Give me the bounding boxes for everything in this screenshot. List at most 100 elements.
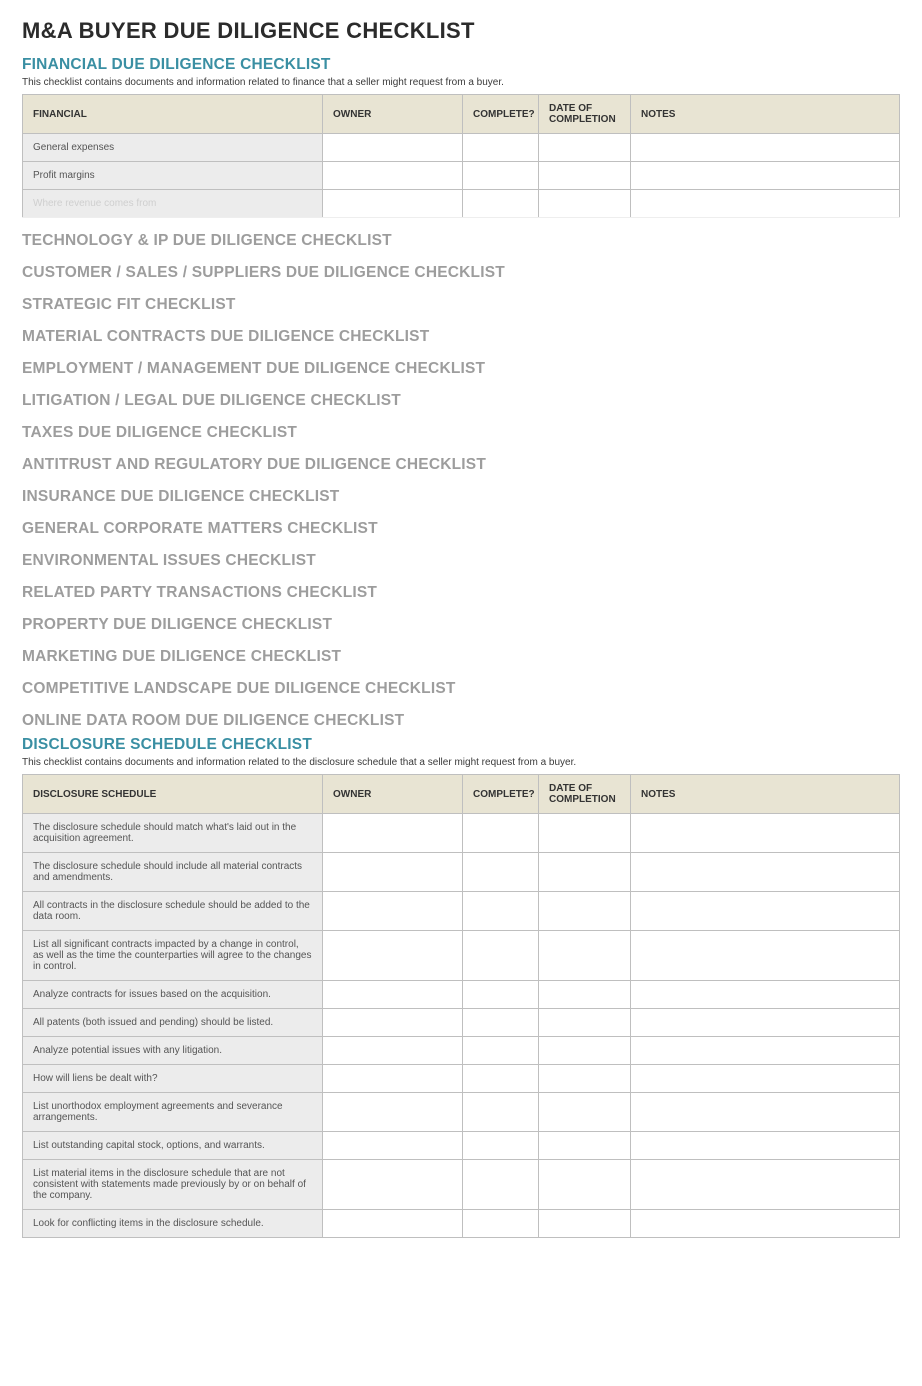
section-heading-collapsed[interactable]: ANTITRUST AND REGULATORY DUE DILIGENCE C… bbox=[22, 456, 900, 474]
cell-label: Analyze contracts for issues based on th… bbox=[23, 981, 323, 1009]
col-date: DATE OF COMPLETION bbox=[539, 775, 631, 814]
cell-date[interactable] bbox=[539, 1132, 631, 1160]
cell-owner[interactable] bbox=[323, 981, 463, 1009]
cell-complete[interactable] bbox=[463, 892, 539, 931]
col-complete: COMPLETE? bbox=[463, 775, 539, 814]
cell-complete[interactable] bbox=[463, 853, 539, 892]
cell-notes[interactable] bbox=[631, 1065, 900, 1093]
cell-owner[interactable] bbox=[323, 1037, 463, 1065]
section-heading-collapsed[interactable]: EMPLOYMENT / MANAGEMENT DUE DILIGENCE CH… bbox=[22, 360, 900, 378]
section-heading-collapsed[interactable]: MARKETING DUE DILIGENCE CHECKLIST bbox=[22, 648, 900, 666]
cell-complete[interactable] bbox=[463, 1160, 539, 1210]
cell-label: Look for conflicting items in the disclo… bbox=[23, 1210, 323, 1238]
section-heading-collapsed[interactable]: PROPERTY DUE DILIGENCE CHECKLIST bbox=[22, 616, 900, 634]
table-row: Profit margins bbox=[23, 162, 900, 190]
cell-notes[interactable] bbox=[631, 1132, 900, 1160]
cell-label: List outstanding capital stock, options,… bbox=[23, 1132, 323, 1160]
cell-owner[interactable] bbox=[323, 892, 463, 931]
cell-owner[interactable] bbox=[323, 1065, 463, 1093]
cell-label: All patents (both issued and pending) sh… bbox=[23, 1009, 323, 1037]
cell-notes[interactable] bbox=[631, 1037, 900, 1065]
col-financial: FINANCIAL bbox=[23, 95, 323, 134]
cell-date[interactable] bbox=[539, 814, 631, 853]
section-heading-collapsed[interactable]: TECHNOLOGY & IP DUE DILIGENCE CHECKLIST bbox=[22, 232, 900, 250]
cell-notes[interactable] bbox=[631, 814, 900, 853]
cell-owner[interactable] bbox=[323, 1160, 463, 1210]
cell-label: Analyze potential issues with any litiga… bbox=[23, 1037, 323, 1065]
cell-date[interactable] bbox=[539, 853, 631, 892]
table-row: All contracts in the disclosure schedule… bbox=[23, 892, 900, 931]
section-heading-collapsed[interactable]: LITIGATION / LEGAL DUE DILIGENCE CHECKLI… bbox=[22, 392, 900, 410]
table-row: List outstanding capital stock, options,… bbox=[23, 1132, 900, 1160]
cell-date[interactable] bbox=[539, 1009, 631, 1037]
cell-owner[interactable] bbox=[323, 853, 463, 892]
section-heading-collapsed[interactable]: ONLINE DATA ROOM DUE DILIGENCE CHECKLIST bbox=[22, 712, 900, 730]
table-row: General expenses bbox=[23, 134, 900, 162]
section-heading-collapsed[interactable]: GENERAL CORPORATE MATTERS CHECKLIST bbox=[22, 520, 900, 538]
cell-label: List unorthodox employment agreements an… bbox=[23, 1093, 323, 1132]
cell-complete[interactable] bbox=[463, 1037, 539, 1065]
cell-notes[interactable] bbox=[631, 931, 900, 981]
table-row: Analyze contracts for issues based on th… bbox=[23, 981, 900, 1009]
table-row: Where revenue comes from bbox=[23, 190, 900, 218]
cell-notes[interactable] bbox=[631, 1093, 900, 1132]
cell-date[interactable] bbox=[539, 1160, 631, 1210]
cell-complete[interactable] bbox=[463, 190, 539, 218]
cell-notes[interactable] bbox=[631, 190, 900, 218]
cell-complete[interactable] bbox=[463, 134, 539, 162]
cell-owner[interactable] bbox=[323, 814, 463, 853]
cell-label: All contracts in the disclosure schedule… bbox=[23, 892, 323, 931]
page-title: M&A BUYER DUE DILIGENCE CHECKLIST bbox=[22, 18, 900, 44]
cell-owner[interactable] bbox=[323, 931, 463, 981]
cell-owner[interactable] bbox=[323, 1093, 463, 1132]
table-row: Look for conflicting items in the disclo… bbox=[23, 1210, 900, 1238]
cell-complete[interactable] bbox=[463, 162, 539, 190]
cell-notes[interactable] bbox=[631, 892, 900, 931]
cell-label: The disclosure schedule should match wha… bbox=[23, 814, 323, 853]
cell-date[interactable] bbox=[539, 1037, 631, 1065]
cell-complete[interactable] bbox=[463, 981, 539, 1009]
cell-notes[interactable] bbox=[631, 134, 900, 162]
cell-complete[interactable] bbox=[463, 1093, 539, 1132]
section-heading-collapsed[interactable]: ENVIRONMENTAL ISSUES CHECKLIST bbox=[22, 552, 900, 570]
cell-notes[interactable] bbox=[631, 853, 900, 892]
cell-date[interactable] bbox=[539, 1065, 631, 1093]
section-heading-collapsed[interactable]: CUSTOMER / SALES / SUPPLIERS DUE DILIGEN… bbox=[22, 264, 900, 282]
section-heading-collapsed[interactable]: RELATED PARTY TRANSACTIONS CHECKLIST bbox=[22, 584, 900, 602]
cell-owner[interactable] bbox=[323, 1210, 463, 1238]
section-heading-collapsed[interactable]: TAXES DUE DILIGENCE CHECKLIST bbox=[22, 424, 900, 442]
cell-notes[interactable] bbox=[631, 981, 900, 1009]
cell-date[interactable] bbox=[539, 190, 631, 218]
cell-notes[interactable] bbox=[631, 162, 900, 190]
cell-date[interactable] bbox=[539, 1210, 631, 1238]
cell-notes[interactable] bbox=[631, 1009, 900, 1037]
cell-complete[interactable] bbox=[463, 1132, 539, 1160]
cell-owner[interactable] bbox=[323, 134, 463, 162]
cell-owner[interactable] bbox=[323, 1132, 463, 1160]
section-heading-collapsed[interactable]: COMPETITIVE LANDSCAPE DUE DILIGENCE CHEC… bbox=[22, 680, 900, 698]
cell-complete[interactable] bbox=[463, 1065, 539, 1093]
cell-complete[interactable] bbox=[463, 814, 539, 853]
cell-notes[interactable] bbox=[631, 1160, 900, 1210]
cell-complete[interactable] bbox=[463, 1210, 539, 1238]
cell-complete[interactable] bbox=[463, 1009, 539, 1037]
cell-owner[interactable] bbox=[323, 162, 463, 190]
cell-date[interactable] bbox=[539, 134, 631, 162]
table-row: List material items in the disclosure sc… bbox=[23, 1160, 900, 1210]
cell-owner[interactable] bbox=[323, 1009, 463, 1037]
cell-date[interactable] bbox=[539, 162, 631, 190]
cell-label: Where revenue comes from bbox=[23, 190, 323, 218]
cell-date[interactable] bbox=[539, 892, 631, 931]
section-heading-collapsed[interactable]: INSURANCE DUE DILIGENCE CHECKLIST bbox=[22, 488, 900, 506]
col-notes: NOTES bbox=[631, 95, 900, 134]
cell-notes[interactable] bbox=[631, 1210, 900, 1238]
cell-complete[interactable] bbox=[463, 931, 539, 981]
section-heading-collapsed[interactable]: MATERIAL CONTRACTS DUE DILIGENCE CHECKLI… bbox=[22, 328, 900, 346]
cell-date[interactable] bbox=[539, 1093, 631, 1132]
cell-owner[interactable] bbox=[323, 190, 463, 218]
cell-date[interactable] bbox=[539, 981, 631, 1009]
cell-date[interactable] bbox=[539, 931, 631, 981]
financial-table: FINANCIAL OWNER COMPLETE? DATE OF COMPLE… bbox=[22, 94, 900, 218]
section-heading-disclosure: DISCLOSURE SCHEDULE CHECKLIST bbox=[22, 736, 900, 754]
section-heading-collapsed[interactable]: STRATEGIC FIT CHECKLIST bbox=[22, 296, 900, 314]
